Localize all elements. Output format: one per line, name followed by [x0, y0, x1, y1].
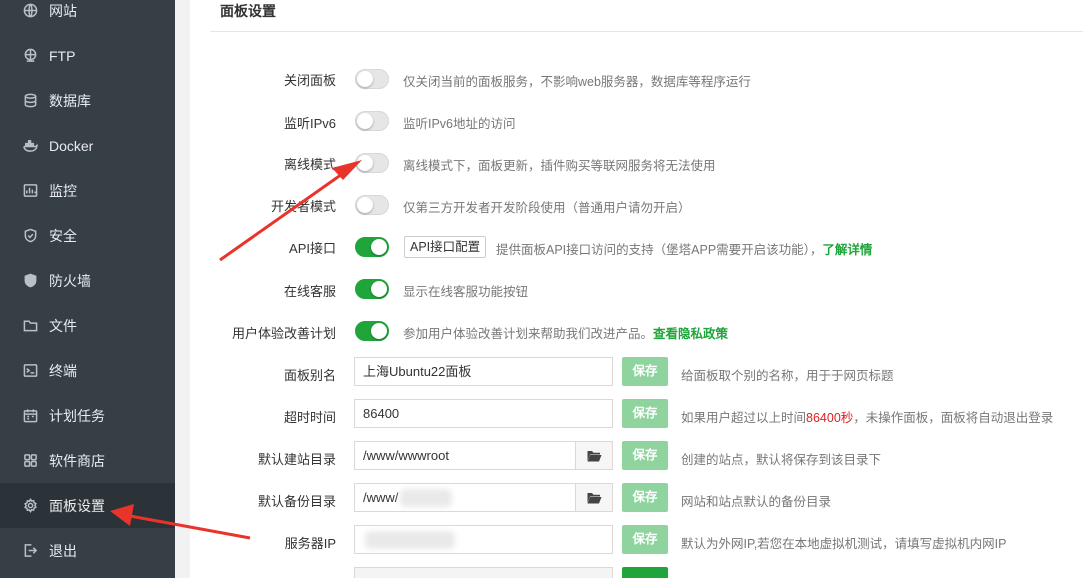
gear-icon: [22, 498, 38, 514]
ftp-globe-icon: [22, 48, 38, 64]
sidebar-item-label: 监控: [49, 182, 77, 199]
panel-header: 面板设置: [210, 0, 1083, 32]
site-dir-input[interactable]: /www/wwwroot: [354, 441, 576, 470]
backup-dir-browse-button[interactable]: [575, 483, 613, 512]
panel-alias-hint: 给面板取个别的名称，用于于网页标题: [681, 369, 894, 383]
sidebar-item-logout[interactable]: 退出: [0, 528, 175, 573]
close-panel-hint: 仅关闭当前的面板服务，不影响web服务器，数据库等程序运行: [403, 75, 751, 89]
site-dir-hint: 创建的站点，默认将保存到该目录下: [681, 453, 882, 467]
ipv6-hint: 监听IPv6地址的访问: [403, 117, 516, 131]
online-service-toggle[interactable]: [355, 279, 389, 299]
sidebar-item-website[interactable]: 网站: [0, 0, 175, 33]
sidebar-item-label: 数据库: [49, 92, 91, 109]
offline-mode-toggle[interactable]: [355, 153, 389, 173]
close-panel-label: 关闭面板: [283, 73, 336, 88]
sidebar-item-monitor[interactable]: 监控: [0, 168, 175, 213]
shield-icon: [22, 228, 38, 244]
backup-dir-hint: 网站和站点默认的备份目录: [681, 495, 832, 509]
online-service-hint: 显示在线客服功能按钮: [403, 285, 529, 299]
panel-alias-save-button[interactable]: 保存: [622, 357, 668, 386]
timeout-label: 超时时间: [283, 410, 336, 425]
site-dir-save-button[interactable]: 保存: [622, 441, 668, 470]
sidebar-item-label: 软件商店: [49, 452, 105, 469]
developer-mode-hint: 仅第三方开发者开发阶段使用（普通用户请勿开启）: [403, 201, 691, 215]
ux-plan-label: 用户体验改善计划: [231, 326, 336, 341]
ipv6-label: 监听IPv6: [283, 116, 336, 131]
site-dir-label: 默认建站目录: [257, 452, 336, 467]
page-title: 面板设置: [220, 3, 276, 19]
site-dir-browse-button[interactable]: [575, 441, 613, 470]
sidebar-item-label: 面板设置: [49, 497, 105, 514]
next-row-input[interactable]: [354, 567, 613, 578]
sidebar-item-security[interactable]: 安全: [0, 213, 175, 258]
sidebar-item-terminal[interactable]: 终端: [0, 348, 175, 393]
ux-plan-hint: 参加用户体验改善计划来帮助我们改进产品。查看隐私政策: [403, 327, 729, 341]
redacted-blur: [365, 531, 455, 549]
calendar-icon: [22, 408, 38, 424]
panel-alias-label: 面板别名: [283, 368, 336, 383]
sidebar-item-label: Docker: [49, 137, 94, 154]
folder-open-icon: [587, 450, 602, 461]
sidebar-item-files[interactable]: 文件: [0, 303, 175, 348]
api-hint: 提供面板API接口访问的支持（堡塔APP需要开启该功能），了解详情: [496, 243, 873, 257]
ux-plan-toggle[interactable]: [355, 321, 389, 341]
folder-open-icon: [587, 492, 602, 503]
sidebar-item-firewall[interactable]: 防火墙: [0, 258, 175, 303]
sidebar-item-label: 终端: [49, 362, 77, 379]
ipv6-toggle[interactable]: [355, 111, 389, 131]
sidebar-item-database[interactable]: 数据库: [0, 78, 175, 123]
docker-icon: [22, 138, 38, 154]
sidebar-item-panel-settings[interactable]: 面板设置: [0, 483, 175, 528]
privacy-policy-link[interactable]: 查看隐私政策: [653, 327, 728, 341]
online-service-label: 在线客服: [283, 284, 336, 299]
sidebar-item-label: 文件: [49, 317, 77, 334]
folder-icon: [22, 318, 38, 334]
redacted-blur: [400, 489, 452, 507]
server-ip-save-button[interactable]: 保存: [622, 525, 668, 554]
server-ip-hint: 默认为外网IP,若您在本地虚拟机测试，请填写虚拟机内网IP: [681, 537, 1007, 551]
api-learn-more-link[interactable]: 了解详情: [822, 243, 872, 257]
monitor-icon: [22, 183, 38, 199]
terminal-icon: [22, 363, 38, 379]
sidebar-item-label: 防火墙: [49, 272, 91, 289]
developer-mode-toggle[interactable]: [355, 195, 389, 215]
developer-mode-label: 开发者模式: [270, 199, 336, 214]
panel-alias-input[interactable]: 上海Ubuntu22面板: [354, 357, 613, 386]
database-icon: [22, 93, 38, 109]
firewall-icon: [22, 273, 38, 289]
next-row-save-button[interactable]: [622, 567, 668, 578]
sidebar-item-label: 计划任务: [49, 407, 105, 424]
backup-dir-label: 默认备份目录: [257, 494, 336, 509]
sidebar-item-label: 网站: [49, 2, 77, 19]
timeout-save-button[interactable]: 保存: [622, 399, 668, 428]
sidebar-item-cron[interactable]: 计划任务: [0, 393, 175, 438]
timeout-hint: 如果用户超过以上时间86400秒，未操作面板，面板将自动退出登录: [681, 411, 1054, 425]
backup-dir-save-button[interactable]: 保存: [622, 483, 668, 512]
api-config-button[interactable]: API接口配置: [404, 236, 487, 258]
api-toggle[interactable]: [355, 237, 389, 257]
grid-icon: [22, 453, 38, 469]
sidebar: 网站 FTP 数据库 Docker 监控 安全 防火墙 文件 终端 计划任务 软…: [0, 0, 175, 578]
sidebar-item-label: 退出: [49, 542, 77, 559]
close-panel-toggle[interactable]: [355, 69, 389, 89]
globe-icon: [22, 3, 38, 19]
api-label: API接口: [289, 241, 336, 256]
sidebar-item-label: FTP: [49, 47, 76, 64]
offline-mode-label: 离线模式: [283, 157, 336, 172]
timeout-input[interactable]: 86400: [354, 399, 613, 428]
logout-icon: [22, 543, 38, 559]
server-ip-label: 服务器IP: [284, 536, 336, 551]
sidebar-item-docker[interactable]: Docker: [0, 123, 175, 168]
sidebar-item-ftp[interactable]: FTP: [0, 33, 175, 78]
backup-dir-input[interactable]: /www/: [354, 483, 576, 512]
offline-mode-hint: 离线模式下，面板更新，插件购买等联网服务将无法使用: [403, 159, 716, 173]
sidebar-item-store[interactable]: 软件商店: [0, 438, 175, 483]
sidebar-item-label: 安全: [49, 227, 77, 244]
